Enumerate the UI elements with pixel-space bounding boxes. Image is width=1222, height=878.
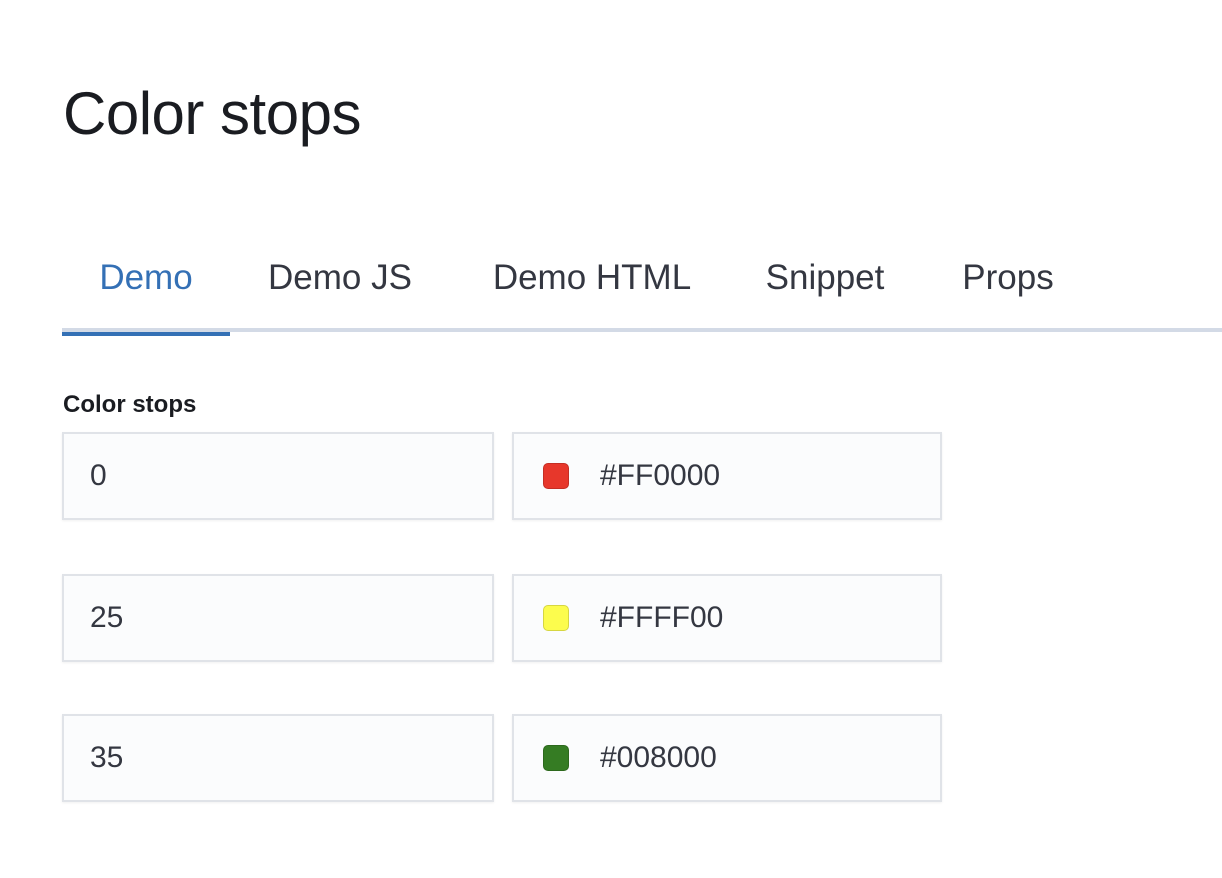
- stop-value-input[interactable]: 35: [62, 714, 494, 802]
- tab-demo[interactable]: Demo: [62, 238, 230, 336]
- color-picker-input[interactable]: #FF0000: [512, 432, 942, 520]
- stop-value-input[interactable]: 0: [62, 432, 494, 520]
- color-swatch[interactable]: [543, 745, 569, 771]
- stop-value-input[interactable]: 25: [62, 574, 494, 662]
- tab-props[interactable]: Props: [946, 238, 1070, 332]
- color-hex-value: #FFFF00: [600, 601, 724, 634]
- page-title: Color stops: [63, 80, 361, 147]
- tab-demo-html[interactable]: Demo HTML: [470, 238, 714, 332]
- color-hex-value: #FF0000: [600, 459, 721, 492]
- tab-bar: Demo Demo JS Demo HTML Snippet Props: [62, 238, 1222, 336]
- color-picker-input[interactable]: #008000: [512, 714, 942, 802]
- color-swatch[interactable]: [543, 463, 569, 489]
- color-swatch[interactable]: [543, 605, 569, 631]
- color-picker-input[interactable]: #FFFF00: [512, 574, 942, 662]
- color-hex-value: #008000: [600, 741, 717, 774]
- color-stops-label: Color stops: [63, 391, 197, 418]
- tab-snippet[interactable]: Snippet: [748, 238, 902, 332]
- tab-demo-js[interactable]: Demo JS: [250, 238, 430, 332]
